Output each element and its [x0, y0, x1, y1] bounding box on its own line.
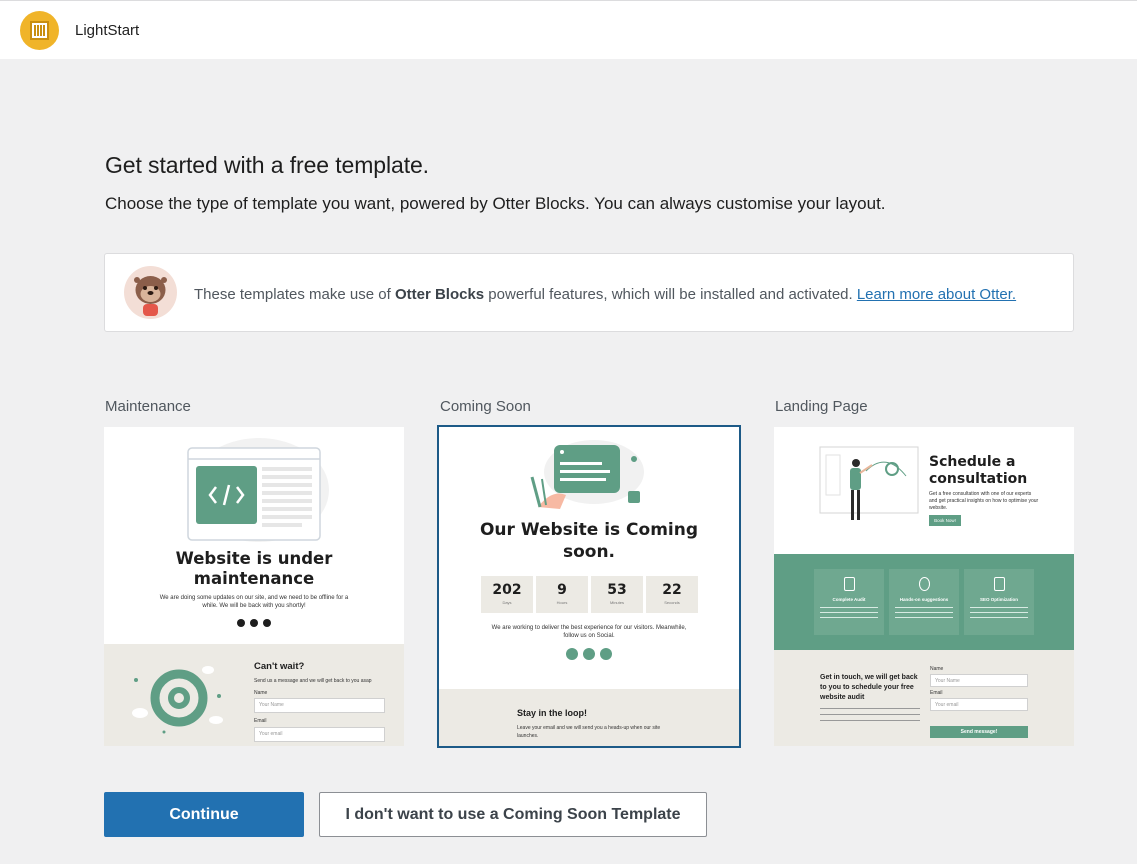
- app-name: LightStart: [75, 22, 140, 39]
- stay-in-loop-title: Stay in the loop!: [517, 708, 588, 718]
- otter-mascot-icon: [124, 266, 177, 319]
- page-subtitle: Choose the type of template you want, po…: [105, 194, 886, 213]
- coming-soon-social-icons: [439, 648, 739, 660]
- email-label: Email: [254, 718, 267, 724]
- skip-template-button[interactable]: I don't want to use a Coming Soon Templa…: [319, 792, 707, 837]
- code-window-illustration: [187, 438, 329, 542]
- countdown-days-unit: Days: [502, 600, 512, 605]
- page-title: Get started with a free template.: [105, 152, 429, 178]
- book-now-button: Book Now!: [929, 515, 961, 526]
- landing-email-input: Your email: [930, 698, 1028, 711]
- send-message-button: Send message!: [930, 726, 1028, 738]
- feature-complete-audit-title: Complete Audit: [832, 597, 866, 602]
- landing-name-input: Your Name: [930, 674, 1028, 687]
- template-label-coming-soon: Coming Soon: [440, 398, 531, 415]
- coming-soon-subscribe-section: Stay in the loop! Leave your email and w…: [439, 689, 739, 746]
- landing-name-label: Name: [930, 666, 944, 672]
- coming-soon-preview-title: Our Website is Coming soon.: [479, 520, 699, 562]
- twitter-icon: [237, 619, 245, 627]
- otter-notice: These templates make use of Otter Blocks…: [104, 253, 1074, 332]
- countdown-seconds: 22 Seconds: [646, 576, 698, 613]
- countdown-minutes: 53 Minutes: [591, 576, 643, 613]
- feature-hands-on-title: Hands-on suggestions: [899, 597, 949, 602]
- countdown-minutes-unit: Minutes: [609, 600, 624, 605]
- otter-blocks-name: Otter Blocks: [394, 286, 485, 303]
- template-card-coming-soon[interactable]: Our Website is Coming soon. 202 Days 9 H…: [437, 425, 741, 748]
- feature-complete-audit: Complete Audit: [814, 569, 884, 635]
- feature-seo-title: SEO Optimization: [979, 597, 1018, 602]
- countdown-hours-unit: Hours: [556, 600, 568, 605]
- maintenance-preview-title: Website is under maintenance: [175, 549, 333, 588]
- countdown-hours-value: 9: [557, 582, 567, 598]
- feature-hands-on-suggestions: Hands-on suggestions: [889, 569, 959, 635]
- landing-contact-section: Get in touch, we will get back to you to…: [774, 650, 1074, 746]
- browser-hand-illustration: [530, 440, 644, 509]
- instagram-icon: [600, 648, 612, 660]
- cant-wait-text: Send us a message and we will get back t…: [254, 678, 372, 684]
- coming-soon-preview-text: We are working to deliver the best exper…: [491, 625, 687, 639]
- cant-wait-title: Can't wait?: [254, 661, 305, 672]
- notice-text-start: These templates make use of: [194, 286, 395, 303]
- bar-chart-icon: [994, 577, 1005, 591]
- maintenance-email-input: Your email: [254, 727, 385, 742]
- instagram-icon: [263, 619, 271, 627]
- continue-button[interactable]: Continue: [104, 792, 304, 837]
- consultation-illustration: [819, 446, 919, 520]
- lightbulb-icon: [919, 577, 930, 591]
- countdown-days: 202 Days: [481, 576, 533, 613]
- countdown-days-value: 202: [492, 582, 522, 598]
- notice-text: These templates make use of Otter Blocks…: [194, 286, 1016, 303]
- stay-in-loop-text: Leave your email and we will send you a …: [517, 725, 661, 739]
- template-card-landing-page[interactable]: Schedule a consultation Get a free consu…: [774, 427, 1074, 746]
- maintenance-name-input: Your Name: [254, 698, 385, 713]
- top-bar: LightStart: [0, 0, 1137, 59]
- feature-seo-optimization: SEO Optimization: [964, 569, 1034, 635]
- landing-email-label: Email: [930, 690, 943, 696]
- maintenance-preview-text: We are doing some updates on our site, a…: [159, 595, 349, 609]
- template-card-maintenance[interactable]: Website is under maintenance We are doin…: [104, 427, 404, 746]
- template-label-maintenance: Maintenance: [105, 398, 191, 415]
- contact-title: Get in touch, we will get back to you to…: [820, 674, 918, 701]
- twitter-icon: [566, 648, 578, 660]
- at-sign-illustration: [132, 666, 223, 734]
- countdown-seconds-unit: Seconds: [664, 600, 680, 605]
- countdown-seconds-value: 22: [662, 582, 682, 598]
- lightstart-logo-icon: [20, 11, 59, 50]
- countdown-hours: 9 Hours: [536, 576, 588, 613]
- landing-preview-title: Schedule a consultation: [929, 454, 1028, 487]
- clipboard-icon: [844, 577, 855, 591]
- learn-more-link[interactable]: Learn more about Otter.: [857, 286, 1016, 303]
- notice-text-end: powerful features, which will be install…: [484, 286, 857, 303]
- countdown-minutes-value: 53: [607, 582, 627, 598]
- template-label-landing-page: Landing Page: [775, 398, 868, 415]
- facebook-icon: [250, 619, 258, 627]
- landing-preview-text: Get a free consultation with one of our …: [929, 491, 1039, 511]
- maintenance-social-icons: [104, 619, 404, 627]
- maintenance-contact-section: Can't wait? Send us a message and we wil…: [104, 644, 404, 746]
- facebook-icon: [583, 648, 595, 660]
- name-label: Name: [254, 690, 268, 696]
